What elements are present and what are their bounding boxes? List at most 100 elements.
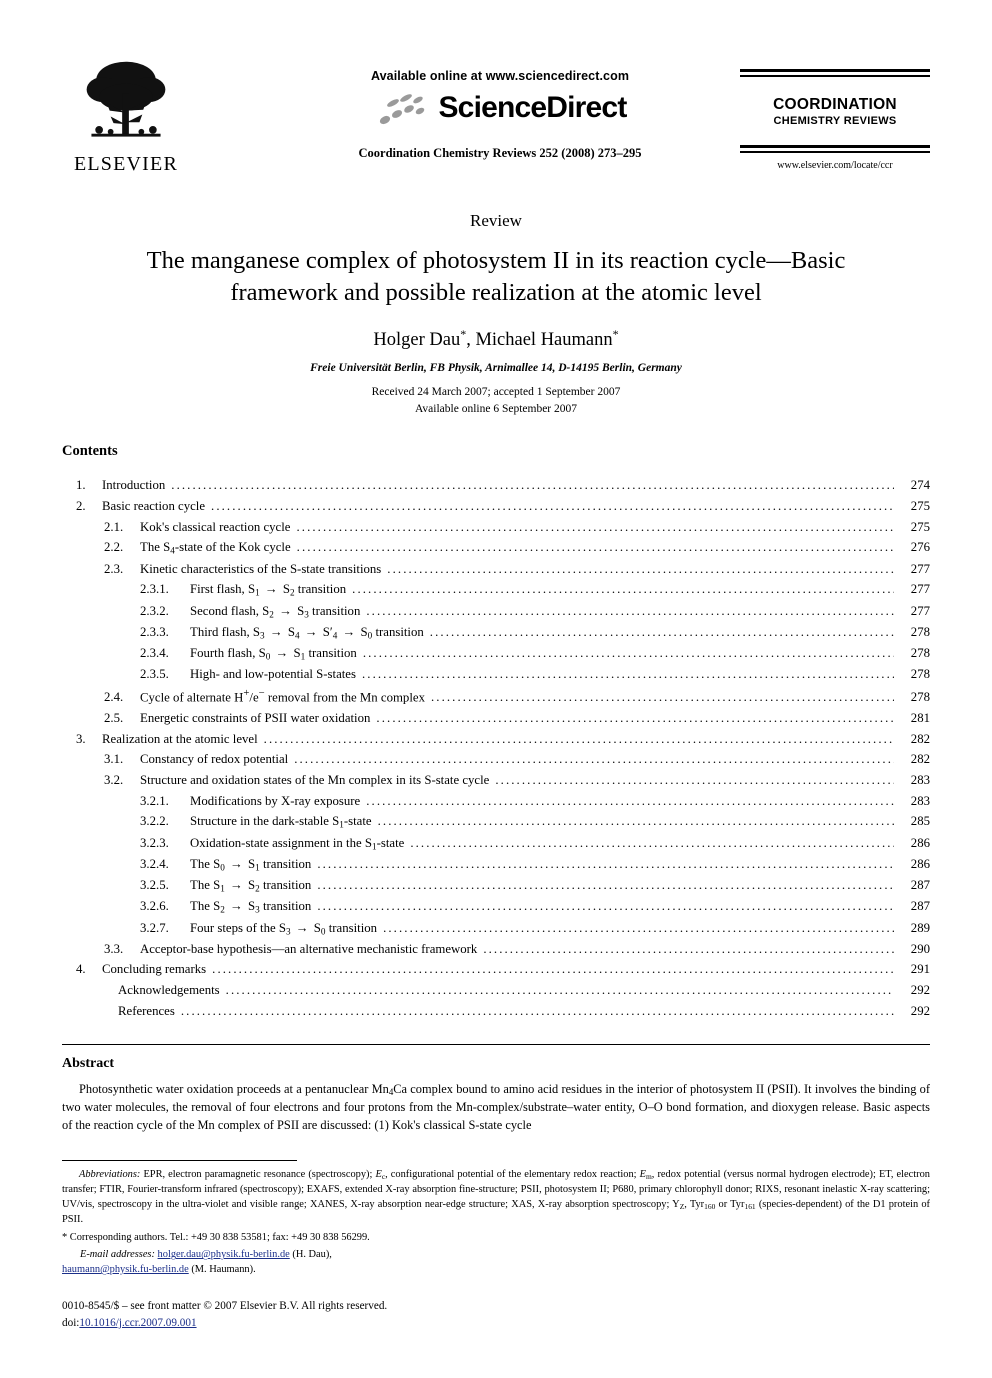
abbreviations-label: Abbreviations: (79, 1169, 141, 1181)
toc-entry[interactable]: References..............................… (62, 1001, 930, 1022)
toc-entry[interactable]: 3.2.2. Structure in the dark-stable S1-st… (62, 811, 930, 832)
toc-entry-page: 287 (910, 878, 930, 893)
email-addresses-note: E-mail addresses: holger.dau@physik.fu-b… (62, 1248, 930, 1263)
toc-entry[interactable]: 3. Realization at the atomic level.......… (62, 729, 930, 750)
toc-entry[interactable]: 2. Basic reaction cycle..................… (62, 496, 930, 517)
received-date: Received 24 March 2007; accepted 1 Septe… (371, 385, 621, 398)
toc-leader-dots: ........................................… (294, 752, 894, 767)
toc-entry-page: 275 (910, 519, 930, 534)
corresponding-marker-2: * (612, 326, 619, 341)
footnotes-section: Abbreviations: EPR, electron paramagneti… (62, 1168, 930, 1277)
toc-entry-number: 2.3. (104, 561, 124, 576)
toc-leader-dots: ........................................… (387, 561, 894, 576)
toc-entry-page: 285 (910, 814, 930, 829)
toc-entry[interactable]: 2.2. The S4-state of the Kok cycle.......… (62, 537, 930, 558)
toc-entry-page: 283 (910, 773, 930, 788)
journal-article-first-page: ELSEVIER Available online at www.science… (0, 55, 992, 1378)
author-list: Holger Dau*, Michael Haumann* (95, 327, 897, 351)
toc-entry[interactable]: 3.3. Acceptor-base hypothesis—an alternat… (62, 939, 930, 960)
toc-entry-number: 1. (76, 478, 86, 493)
sciencedirect-block: Available online at www.sciencedirect.co… (290, 69, 710, 161)
toc-leader-dots: ........................................… (495, 773, 894, 788)
email-name-dau: (H. Dau), (289, 1249, 332, 1261)
toc-leader-dots: ........................................… (410, 835, 894, 850)
toc-entry-label: The S2 → S3 transition (190, 899, 312, 915)
toc-entry[interactable]: 1. Introduction..........................… (62, 475, 930, 496)
toc-entry-number: 3.2.3. (140, 835, 169, 850)
toc-entry[interactable]: 2.3.4. Fourth flash, S0 → S1 transition..… (62, 643, 930, 664)
abbreviations-text: EPR, electron paramagnetic resonance (sp… (62, 1169, 930, 1225)
toc-entry-number: 2.3.1. (140, 582, 169, 597)
toc-entry-page: 292 (910, 1003, 930, 1018)
corresponding-authors-note: * Corresponding authors. Tel.: +49 30 83… (62, 1232, 370, 1244)
abstract-heading: Abstract (62, 1055, 115, 1071)
toc-entry[interactable]: 2.5. Energetic constraints of PSII water … (62, 708, 930, 729)
toc-entry-label: Modifications by X-ray exposure (190, 793, 361, 808)
author-second: , Michael Haumann (466, 329, 613, 350)
contents-section: Contents 1. Introduction.................… (62, 443, 930, 1021)
toc-entry-label: Structure and oxidation states of the Mn… (140, 773, 490, 788)
toc-entry[interactable]: Acknowledgements........................… (62, 980, 930, 1001)
toc-leader-dots: ........................................… (171, 478, 894, 493)
toc-entry[interactable]: 3.2.5. The S1 → S2 transition............… (62, 875, 930, 896)
toc-entry[interactable]: 3.2.1. Modifications by X-ray exposure...… (62, 791, 930, 812)
toc-entry[interactable]: 3.2.3. Oxidation-state assignment in the … (62, 833, 930, 854)
journal-reference: Coordination Chemistry Reviews 252 (2008… (358, 146, 642, 160)
toc-leader-dots: ........................................… (429, 624, 894, 639)
front-matter-line: 0010-8545/$ – see front matter © 2007 El… (62, 1299, 388, 1312)
toc-entry-label: Concluding remarks (102, 962, 207, 977)
toc-leader-dots: ........................................… (317, 899, 894, 914)
toc-leader-dots: ........................................… (383, 920, 894, 935)
toc-leader-dots: ........................................… (296, 540, 894, 555)
toc-entry-label: Constancy of redox potential (140, 752, 289, 767)
toc-entry-label: The S0 → S1 transition (190, 856, 312, 873)
toc-entry-label: High- and low-potential S-states (190, 667, 356, 682)
toc-entry[interactable]: 4. Concluding remarks....................… (62, 959, 930, 980)
toc-entry-number: 2.3.5. (140, 667, 169, 682)
toc-entry[interactable]: 2.3.5. High- and low-potential S-states..… (62, 664, 930, 685)
toc-entry[interactable]: 3.2. Structure and oxidation states of th… (62, 770, 930, 791)
toc-entry-number: 3.2.1. (140, 793, 169, 808)
sciencedirect-birds-icon (380, 94, 425, 125)
toc-leader-dots: ........................................… (361, 667, 894, 682)
cover-journal-title: COORDINATION (773, 96, 897, 113)
toc-entry-number: 2. (76, 498, 86, 513)
toc-entry-label: Second flash, S2 → S3 transition (190, 603, 361, 619)
toc-entry-page: 287 (910, 899, 930, 914)
toc-entry-page: 278 (910, 645, 930, 660)
copyright-block: 0010-8545/$ – see front matter © 2007 El… (62, 1298, 930, 1332)
toc-entry-page: 275 (910, 498, 930, 513)
toc-entry-page: 274 (910, 478, 930, 493)
toc-leader-dots: ........................................… (180, 1003, 894, 1018)
toc-entry[interactable]: 3.1. Constancy of redox potential........… (62, 749, 930, 770)
toc-entry-label: Acknowledgements (118, 983, 220, 998)
email-name-haumann: (M. Haumann). (188, 1264, 256, 1276)
toc-entry-label: Energetic constraints of PSII water oxid… (140, 710, 371, 725)
abbreviations-note: Abbreviations: EPR, electron paramagneti… (62, 1168, 930, 1227)
toc-entry-number: 2.2. (104, 540, 124, 555)
toc-entry[interactable]: 2.3.2. Second flash, S2 → S3 transition..… (62, 601, 930, 622)
journal-homepage-url[interactable]: www.elsevier.com/locate/ccr (740, 160, 930, 171)
email-link-dau[interactable]: holger.dau@physik.fu-berlin.de (158, 1249, 290, 1260)
toc-entry-number: 3. (76, 731, 86, 746)
toc-entry-number: 3.2.4. (140, 856, 169, 871)
toc-entry[interactable]: 2.3.3. Third flash, S3 → S4 → S′4 → S0 tr… (62, 622, 930, 643)
email-link-haumann[interactable]: haumann@physik.fu-berlin.de (62, 1264, 189, 1275)
toc-entry[interactable]: 3.2.4. The S0 → S1 transition............… (62, 854, 930, 875)
toc-leader-dots: ........................................… (225, 983, 894, 998)
toc-entry[interactable]: 2.4. Cycle of alternate H+/e− removal fro… (62, 685, 930, 708)
contents-heading: Contents (62, 443, 118, 460)
toc-entry-number: 2.4. (104, 690, 124, 705)
toc-entry-page: 278 (910, 624, 930, 639)
footnote-divider (62, 1160, 297, 1162)
toc-entry[interactable]: 2.3. Kinetic characteristics of the S-sta… (62, 559, 930, 580)
elsevier-logo: ELSEVIER (70, 55, 182, 176)
toc-entry[interactable]: 3.2.7. Four steps of the S3 → S0 transiti… (62, 918, 930, 939)
toc-entry[interactable]: 3.2.6. The S2 → S3 transition............… (62, 896, 930, 917)
toc-entry-label: Introduction (102, 478, 166, 493)
toc-entry[interactable]: 2.3.1. First flash, S1 → S2 transition...… (62, 579, 930, 600)
toc-entry-number: 2.3.3. (140, 624, 169, 639)
toc-entry-number: 3.2.7. (140, 920, 169, 935)
toc-entry[interactable]: 2.1. Kok's classical reaction cycle......… (62, 517, 930, 538)
toc-entry-number: 2.3.2. (140, 603, 169, 618)
